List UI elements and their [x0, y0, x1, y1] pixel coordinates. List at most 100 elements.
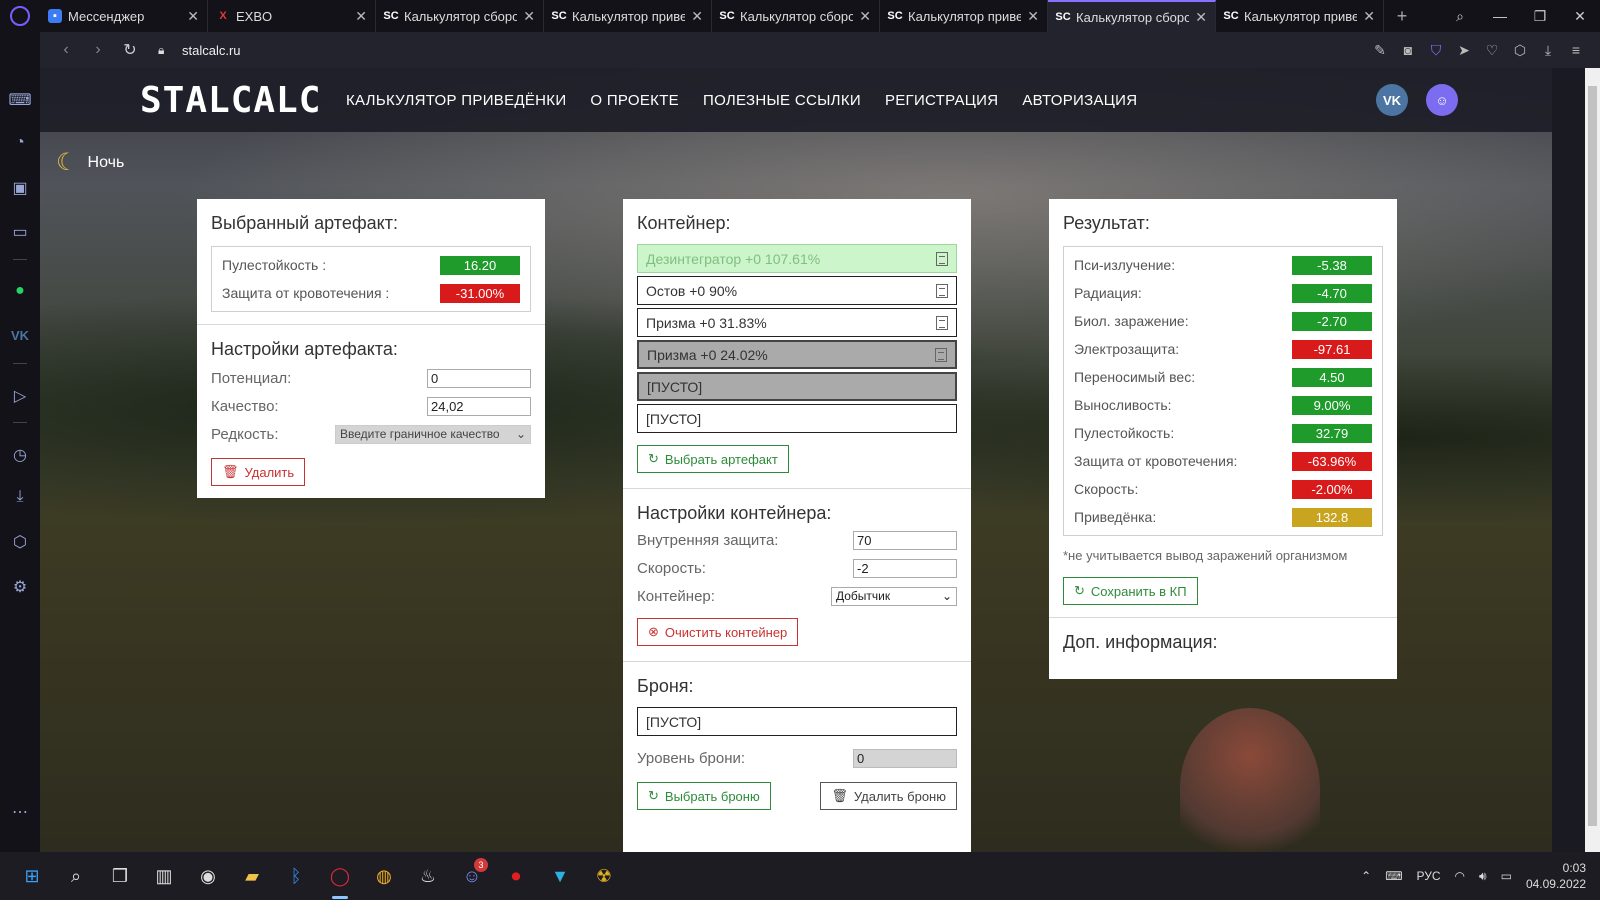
- container-slot[interactable]: Призма +0 31.83%: [637, 308, 957, 337]
- delete-armor-button[interactable]: 🗑︎ Удалить броню: [820, 782, 957, 810]
- history-icon[interactable]: ◷: [0, 445, 40, 465]
- close-icon[interactable]: ✕: [859, 8, 871, 25]
- armor-slot[interactable]: [ПУСТО]: [637, 707, 957, 736]
- cube-icon[interactable]: ⬡: [1506, 42, 1534, 59]
- gamepad-icon[interactable]: ⌨: [0, 90, 40, 110]
- settings-gear-icon[interactable]: ⚙: [0, 577, 40, 597]
- container-type-select[interactable]: Добытчик ⌄: [831, 586, 957, 606]
- player-icon[interactable]: ▷: [0, 386, 40, 406]
- maximize-button[interactable]: ❐: [1520, 8, 1560, 25]
- opera-menu-button[interactable]: [0, 0, 40, 32]
- save-to-kp-button[interactable]: ↻ Сохранить в КП: [1063, 577, 1198, 605]
- nav-link[interactable]: РЕГИСТРАЦИЯ: [885, 92, 998, 109]
- browser-tab[interactable]: X EXBO ✕: [208, 0, 376, 32]
- browser-tab[interactable]: SC Калькулятор привед ✕: [880, 0, 1048, 32]
- nav-link[interactable]: КАЛЬКУЛЯТОР ПРИВЕДЁНКИ: [346, 92, 566, 109]
- search-tabs-icon[interactable]: ⌕: [1440, 8, 1480, 25]
- scrollbar-thumb[interactable]: [1588, 86, 1597, 826]
- clock[interactable]: 0:03 04.09.2022: [1526, 860, 1586, 892]
- whatsapp-icon[interactable]: ●: [0, 282, 40, 300]
- forward-button[interactable]: ›: [82, 41, 114, 59]
- record-icon[interactable]: ⏺: [494, 866, 538, 887]
- close-icon[interactable]: ✕: [523, 8, 535, 25]
- nav-link[interactable]: ПОЛЕЗНЫЕ ССЫЛКИ: [703, 92, 861, 109]
- discord-taskbar-icon[interactable]: ☺ 3: [450, 857, 494, 887]
- speedometer-icon[interactable]: ◔: [0, 134, 40, 152]
- close-icon[interactable]: ✕: [1363, 8, 1375, 25]
- wifi-icon[interactable]: ◠: [1455, 869, 1465, 883]
- downloads-icon[interactable]: ⤓: [0, 488, 40, 506]
- edit-icon[interactable]: ✎: [1366, 42, 1394, 59]
- file-explorer-icon[interactable]: ▰: [230, 866, 274, 887]
- document-icon[interactable]: [936, 251, 948, 266]
- potential-input[interactable]: [427, 368, 531, 388]
- browser-tab[interactable]: SC Калькулятор сборок ✕: [1048, 0, 1216, 32]
- minimize-button[interactable]: —: [1480, 8, 1520, 24]
- quality-input[interactable]: [427, 396, 531, 416]
- vk-social-button[interactable]: VK: [1376, 84, 1408, 116]
- close-icon[interactable]: ✕: [1195, 9, 1207, 26]
- steam-icon[interactable]: ♨: [406, 866, 450, 887]
- armor-level-input[interactable]: [853, 748, 957, 768]
- container-slot[interactable]: Дезинтегратор +0 107.61%: [637, 244, 957, 273]
- bluetooth-app-icon[interactable]: ᛒ: [274, 866, 318, 887]
- send-icon[interactable]: ➤: [1450, 42, 1478, 59]
- choose-armor-button[interactable]: ↻ Выбрать броню: [637, 782, 771, 810]
- clear-container-button[interactable]: ⊗ Очистить контейнер: [637, 618, 799, 646]
- radiation-icon[interactable]: ☢: [582, 866, 626, 887]
- more-icon[interactable]: ⋯: [0, 802, 40, 822]
- close-icon[interactable]: ✕: [187, 8, 199, 25]
- browser-tab[interactable]: SC Калькулятор привед ✕: [544, 0, 712, 32]
- windows-start-icon[interactable]: ⊞: [10, 866, 54, 887]
- document-icon[interactable]: [936, 315, 948, 330]
- bag-icon[interactable]: ▣: [0, 178, 40, 198]
- container-speed-input[interactable]: [853, 558, 957, 578]
- keyboard-icon[interactable]: ⌨: [1385, 869, 1402, 883]
- opera-taskbar-icon[interactable]: ◯: [318, 866, 362, 899]
- browser-tab[interactable]: SC Калькулятор привед ✕: [1216, 0, 1384, 32]
- rarity-select[interactable]: Введите граничное качество ⌄: [335, 424, 531, 444]
- widgets-icon[interactable]: ▥: [142, 866, 186, 887]
- browser-tab[interactable]: SC Калькулятор сборок ✕: [712, 0, 880, 32]
- reload-button[interactable]: ↻: [114, 40, 146, 60]
- battery-icon[interactable]: ▭: [1501, 869, 1512, 883]
- close-window-button[interactable]: ✕: [1560, 8, 1600, 25]
- page-scrollbar[interactable]: [1585, 68, 1600, 852]
- vpn-shield-icon[interactable]: ⛉: [1422, 42, 1450, 59]
- lock-icon[interactable]: 🔒︎: [158, 43, 176, 58]
- container-slot[interactable]: Остов +0 90%: [637, 276, 957, 305]
- container-slot[interactable]: [ПУСТО]: [637, 404, 957, 433]
- extensions-icon[interactable]: ⬡: [0, 532, 40, 552]
- download-icon[interactable]: ⤓: [1534, 42, 1562, 59]
- container-slot[interactable]: Призма +0 24.02%: [637, 340, 957, 369]
- nav-link[interactable]: О ПРОЕКТЕ: [590, 92, 679, 109]
- vpn-app-icon[interactable]: ▼: [538, 866, 582, 887]
- volume-icon[interactable]: 🔊︎: [1479, 869, 1487, 884]
- nav-link[interactable]: АВТОРИЗАЦИЯ: [1022, 92, 1137, 109]
- inner-protection-input[interactable]: [853, 530, 957, 550]
- browser-tab[interactable]: ▪ Мессенджер ✕: [40, 0, 208, 32]
- document-icon[interactable]: [935, 347, 947, 362]
- new-tab-button[interactable]: +: [1384, 6, 1420, 27]
- discord-social-button[interactable]: ☺: [1426, 84, 1458, 116]
- choose-artifact-button[interactable]: ↻ Выбрать артефакт: [637, 445, 789, 473]
- camera-icon[interactable]: ◙: [1394, 42, 1422, 58]
- delete-artifact-button[interactable]: 🗑︎ Удалить: [211, 458, 306, 486]
- language-indicator[interactable]: РУС: [1417, 869, 1441, 883]
- heart-icon[interactable]: ♡: [1478, 42, 1506, 59]
- back-button[interactable]: ‹: [50, 41, 82, 59]
- close-icon[interactable]: ✕: [691, 8, 703, 25]
- task-view-icon[interactable]: ❒: [98, 866, 142, 887]
- document-icon[interactable]: [936, 283, 948, 298]
- theme-toggle[interactable]: ☾ Ночь: [56, 148, 124, 177]
- twitch-icon[interactable]: ▭: [0, 222, 40, 242]
- url-field[interactable]: stalcalc.ru: [182, 43, 241, 58]
- browser-tab[interactable]: SC Калькулятор сборок ✕: [376, 0, 544, 32]
- chrome-icon[interactable]: ◍: [362, 866, 406, 887]
- vk-icon[interactable]: VK: [0, 328, 40, 343]
- site-logo[interactable]: STALCALC: [140, 80, 321, 121]
- close-icon[interactable]: ✕: [1027, 8, 1039, 25]
- chevron-up-icon[interactable]: ⌃: [1361, 869, 1371, 883]
- chat-icon[interactable]: ◉: [186, 866, 230, 887]
- container-slot[interactable]: [ПУСТО]: [637, 372, 957, 401]
